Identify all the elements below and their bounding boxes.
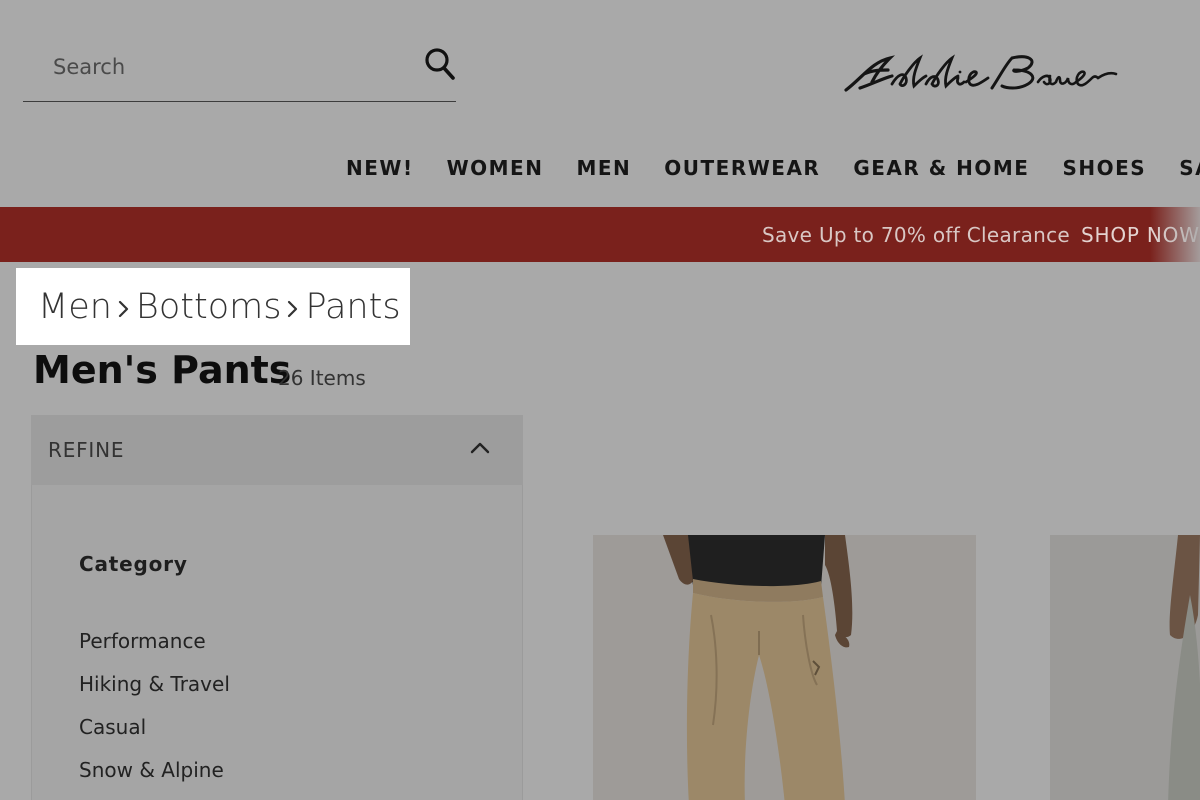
nav-item-outerwear[interactable]: OUTERWEAR — [664, 156, 820, 186]
search-bar — [23, 40, 456, 102]
category-item-performance[interactable]: Performance — [79, 629, 206, 653]
nav-item-women[interactable]: WOMEN — [447, 156, 544, 186]
nav-item-men[interactable]: MEN — [576, 156, 631, 186]
promo-fade — [1150, 207, 1200, 262]
category-item-snow-alpine[interactable]: Snow & Alpine — [79, 758, 224, 782]
category-heading: Category — [79, 552, 188, 576]
breadcrumb: Men Bottoms Pants — [16, 268, 410, 345]
search-input[interactable] — [53, 52, 413, 82]
refine-toggle[interactable]: REFINE — [31, 415, 523, 485]
page-title: Men's Pants — [33, 348, 292, 392]
nav-item-sale[interactable]: SALE — [1179, 156, 1200, 186]
brand-logo[interactable] — [842, 48, 1118, 98]
refine-label: REFINE — [48, 438, 125, 462]
main-nav: NEW! WOMEN MEN OUTERWEAR GEAR & HOME SHO… — [330, 156, 1200, 186]
promo-banner: Save Up to 70% off Clearance SHOP NOW — [0, 207, 1200, 262]
chevron-up-icon[interactable] — [469, 440, 491, 456]
nav-item-new[interactable]: NEW! — [346, 156, 414, 186]
search-icon[interactable] — [423, 44, 459, 84]
product-image[interactable] — [1050, 535, 1200, 800]
breadcrumb-item-pants[interactable]: Pants — [305, 287, 400, 327]
category-item-casual[interactable]: Casual — [79, 715, 146, 739]
product-image[interactable] — [593, 535, 976, 800]
category-item-hiking-travel[interactable]: Hiking & Travel — [79, 672, 230, 696]
nav-item-shoes[interactable]: SHOES — [1062, 156, 1146, 186]
chevron-right-icon — [114, 292, 134, 322]
nav-item-gear-home[interactable]: GEAR & HOME — [853, 156, 1029, 186]
chevron-right-icon — [283, 292, 303, 322]
item-count: 26 Items — [278, 366, 366, 390]
breadcrumb-item-bottoms[interactable]: Bottoms — [136, 287, 282, 327]
breadcrumb-item-men[interactable]: Men — [38, 287, 112, 327]
promo-text: Save Up to 70% off Clearance — [762, 223, 1070, 247]
